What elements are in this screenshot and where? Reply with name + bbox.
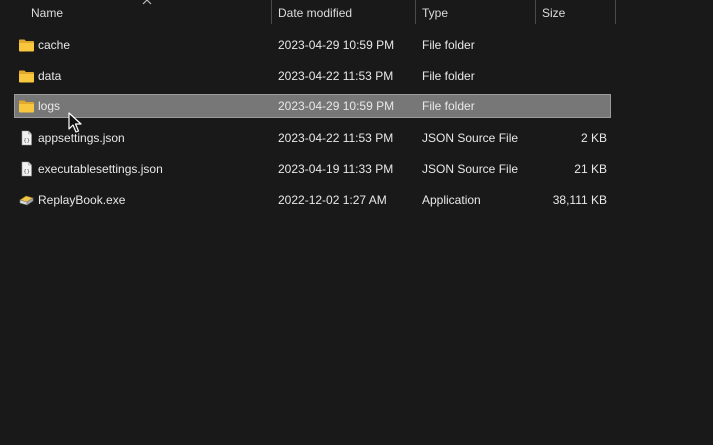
file-date-modified: 2023-04-29 10:59 PM <box>278 99 395 113</box>
file-name: logs <box>38 99 61 113</box>
file-date-modified: 2023-04-22 11:53 PM <box>278 131 394 145</box>
column-header-row: Name Date modified Type Size <box>0 0 616 24</box>
json-file-icon: {} <box>21 161 32 177</box>
file-name: data <box>38 69 62 83</box>
file-type: JSON Source File <box>422 162 519 176</box>
file-explorer-list-view: Name Date modified Type Size cache 2023-… <box>0 0 713 445</box>
file-row-appsettings-json[interactable]: {} appsettings.json 2023-04-22 11:53 PM … <box>14 126 611 150</box>
file-name: ReplayBook.exe <box>38 193 126 207</box>
column-header-date-modified[interactable]: Date modified <box>272 0 415 24</box>
column-header-type[interactable]: Type <box>416 0 535 24</box>
file-date-modified: 2023-04-29 10:59 PM <box>278 38 395 52</box>
file-date-modified: 2023-04-22 11:53 PM <box>278 69 394 83</box>
file-type: Application <box>422 193 481 207</box>
svg-text:{}: {} <box>23 169 30 175</box>
file-date-modified: 2023-04-19 11:33 PM <box>278 162 394 176</box>
column-divider[interactable] <box>615 0 616 24</box>
file-type: File folder <box>422 38 475 52</box>
file-name: cache <box>38 38 71 52</box>
file-size: 2 KB <box>580 131 607 145</box>
file-row-executablesettings-json[interactable]: {} executablesettings.json 2023-04-19 11… <box>14 157 611 181</box>
mouse-pointer-icon <box>68 112 82 133</box>
column-header-size[interactable]: Size <box>536 0 615 24</box>
file-name: executablesettings.json <box>38 162 163 176</box>
folder-icon <box>19 100 34 113</box>
file-row-replaybook-exe[interactable]: ReplayBook.exe 2022-12-02 1:27 AM Applic… <box>14 188 611 212</box>
column-header-name[interactable]: Name <box>25 0 271 24</box>
file-type: JSON Source File <box>422 131 519 145</box>
file-type: File folder <box>422 69 475 83</box>
file-size: 21 KB <box>574 162 607 176</box>
file-row-logs[interactable]: logs 2023-04-29 10:59 PM File folder <box>14 94 611 118</box>
file-row-cache[interactable]: cache 2023-04-29 10:59 PM File folder <box>14 33 611 57</box>
folder-icon <box>19 70 34 83</box>
file-size: 38,111 KB <box>552 193 607 207</box>
file-row-data[interactable]: data 2023-04-22 11:53 PM File folder <box>14 64 611 88</box>
file-type: File folder <box>422 99 475 113</box>
svg-text:{}: {} <box>23 138 30 144</box>
file-date-modified: 2022-12-02 1:27 AM <box>278 193 387 207</box>
folder-icon <box>19 39 34 52</box>
json-file-icon: {} <box>21 130 32 146</box>
application-icon <box>19 195 34 206</box>
